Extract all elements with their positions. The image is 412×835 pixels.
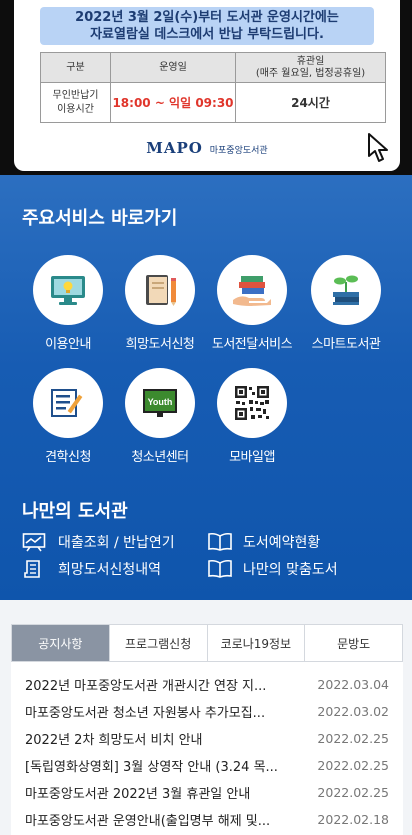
- tab-notices[interactable]: 공지사항: [12, 625, 109, 661]
- banner-hours-table: 구분 운영일 휴관일 (매주 월요일, 법정공휴일) 무인반납기 이용시간 18…: [40, 52, 386, 123]
- service-label: 희망도서신청: [125, 337, 195, 352]
- monitor-lightbulb-icon: [33, 255, 103, 325]
- notice-item[interactable]: [독립영화상영회] 3월 상영작 안내 (3.24 목... 2022.02.2…: [25, 752, 389, 779]
- notice-item[interactable]: 마포중앙도서관 운영안내(출입명부 해제 및... 2022.02.18: [25, 806, 389, 833]
- service-label: 이용안내: [45, 337, 91, 352]
- table-head-closed-line2: (매주 월요일, 법정공휴일): [255, 67, 366, 79]
- service-label: 스마트도서관: [311, 337, 381, 352]
- service-label: 도서전달서비스: [211, 337, 293, 352]
- notice-date: 2022.02.18: [317, 812, 389, 827]
- service-book-request[interactable]: 희망도서신청: [110, 255, 210, 352]
- notice-item[interactable]: 마포중앙도서관 청소년 자원봉사 추가모집... 2022.03.02: [25, 698, 389, 725]
- service-mobile-app[interactable]: 모바일앱: [202, 368, 302, 465]
- notice-date: 2022.03.02: [317, 704, 389, 719]
- library-logo-mark: MAPO: [146, 139, 203, 157]
- youth-board-icon: Youth: [125, 368, 195, 438]
- notice-title[interactable]: 2022년 마포중앙도서관 개관시간 연장 지...: [25, 675, 307, 694]
- service-label: 견학신청: [45, 450, 91, 465]
- notice-date: 2022.02.25: [317, 785, 389, 800]
- notice-board-section: 공지사항 프로그램신청 코로나19정보 문방도 2022년 마포중앙도서관 개관…: [0, 600, 412, 835]
- banner-notice-line2: 자료열람실 데스크에서 반납 부탁드립니다.: [90, 27, 324, 42]
- notice-title[interactable]: 마포중앙도서관 2022년 3월 휴관일 안내: [25, 783, 307, 802]
- table-row-hours: 18:00 ~ 익일 09:30: [110, 82, 236, 123]
- notice-item[interactable]: 2022년 마포중앙도서관 개관시간 연장 지... 2022.03.04: [25, 671, 389, 698]
- banner-card: 2022년 3월 2일(수)부터 도서관 운영시간에는 자료열람실 데스크에서 …: [14, 0, 400, 171]
- notice-title[interactable]: 마포중앙도서관 청소년 자원봉사 추가모집...: [25, 702, 307, 721]
- notice-title[interactable]: [독립영화상영회] 3월 상영작 안내 (3.24 목...: [25, 756, 307, 775]
- banner-notice-line1: 2022년 3월 2일(수)부터 도서관 운영시간에는: [75, 10, 339, 25]
- table-head-closed-line1: 휴관일: [296, 55, 325, 67]
- my-library-request-history[interactable]: 희망도서신청내역: [22, 559, 161, 579]
- notice-date: 2022.02.25: [317, 731, 389, 746]
- service-usage-guide[interactable]: 이용안내: [18, 255, 118, 352]
- table-row-label-line1: 무인반납기: [52, 89, 99, 101]
- event-banner[interactable]: 2022년 3월 2일(수)부터 도서관 운영시간에는 자료열람실 데스크에서 …: [0, 0, 412, 175]
- service-label: 모바일앱: [229, 450, 275, 465]
- my-library-loan-inquiry[interactable]: 대출조회 / 반납연기: [22, 532, 175, 552]
- cursor-icon: [368, 133, 388, 162]
- my-library-reservations[interactable]: 도서예약현황: [207, 532, 320, 552]
- notice-title[interactable]: 2022년 2차 희망도서 비치 안내: [25, 729, 307, 748]
- table-head-closed-days: 휴관일 (매주 월요일, 법정공휴일): [235, 52, 386, 83]
- open-book-icon: [207, 532, 233, 552]
- service-smart-library[interactable]: 스마트도서관: [296, 255, 396, 352]
- books-hand-icon: [217, 255, 287, 325]
- notebook-pencil-icon: [125, 255, 195, 325]
- tab-covid-info[interactable]: 코로나19정보: [206, 625, 305, 661]
- tab-guestbook[interactable]: 문방도: [304, 625, 402, 661]
- my-library-label: 나만의 맞춤도서: [243, 562, 338, 578]
- notice-board: 공지사항 프로그램신청 코로나19정보 문방도 2022년 마포중앙도서관 개관…: [11, 624, 403, 835]
- chart-board-icon: [22, 532, 48, 552]
- document-icon: [22, 559, 48, 579]
- qr-code-icon: [217, 368, 287, 438]
- notice-item[interactable]: 2022년 2차 희망도서 비치 안내 2022.02.25: [25, 725, 389, 752]
- table-row-label-line2: 이용시간: [57, 103, 94, 115]
- notice-date: 2022.03.04: [317, 677, 389, 692]
- tab-program-registration[interactable]: 프로그램신청: [108, 625, 207, 661]
- my-library-label: 대출조회 / 반납연기: [58, 535, 175, 551]
- open-book-icon: [207, 559, 233, 579]
- notice-item[interactable]: 마포중앙도서관 2022년 3월 휴관일 안내 2022.02.25: [25, 779, 389, 806]
- notice-date: 2022.02.25: [317, 758, 389, 773]
- services-section: 주요서비스 바로가기 이용안내 희망도서신청 도서전달서비스 스마트도서관 견학…: [0, 175, 412, 600]
- my-library-recommended[interactable]: 나만의 맞춤도서: [207, 559, 338, 579]
- banner-notice: 2022년 3월 2일(수)부터 도서관 운영시간에는 자료열람실 데스크에서 …: [40, 7, 374, 45]
- services-title: 주요서비스 바로가기: [22, 208, 178, 229]
- youth-badge-text: Youth: [148, 397, 173, 407]
- my-library-title: 나만의 도서관: [22, 501, 128, 522]
- board-tabs: 공지사항 프로그램신청 코로나19정보 문방도: [11, 624, 403, 662]
- my-library-label: 희망도서신청내역: [58, 562, 162, 578]
- notice-list: 2022년 마포중앙도서관 개관시간 연장 지... 2022.03.04 마포…: [11, 671, 403, 833]
- table-row-label: 무인반납기 이용시간: [40, 82, 111, 123]
- notice-title[interactable]: 마포중앙도서관 운영안내(출입명부 해제 및...: [25, 810, 307, 829]
- library-logo-text: 마포중앙도서관: [209, 146, 268, 156]
- table-row-days: 24시간: [235, 82, 386, 123]
- service-youth-center[interactable]: Youth 청소년센터: [110, 368, 210, 465]
- sprout-books-icon: [311, 255, 381, 325]
- service-label: 청소년센터: [131, 450, 189, 465]
- service-tour-request[interactable]: 견학신청: [18, 368, 118, 465]
- table-head-open-days: 운영일: [110, 52, 236, 83]
- library-logo: MAPO 마포중앙도서관: [14, 139, 400, 157]
- my-library-label: 도서예약현황: [243, 535, 321, 551]
- table-head-category: 구분: [40, 52, 111, 83]
- service-book-delivery[interactable]: 도서전달서비스: [202, 255, 302, 352]
- checklist-pencil-icon: [33, 368, 103, 438]
